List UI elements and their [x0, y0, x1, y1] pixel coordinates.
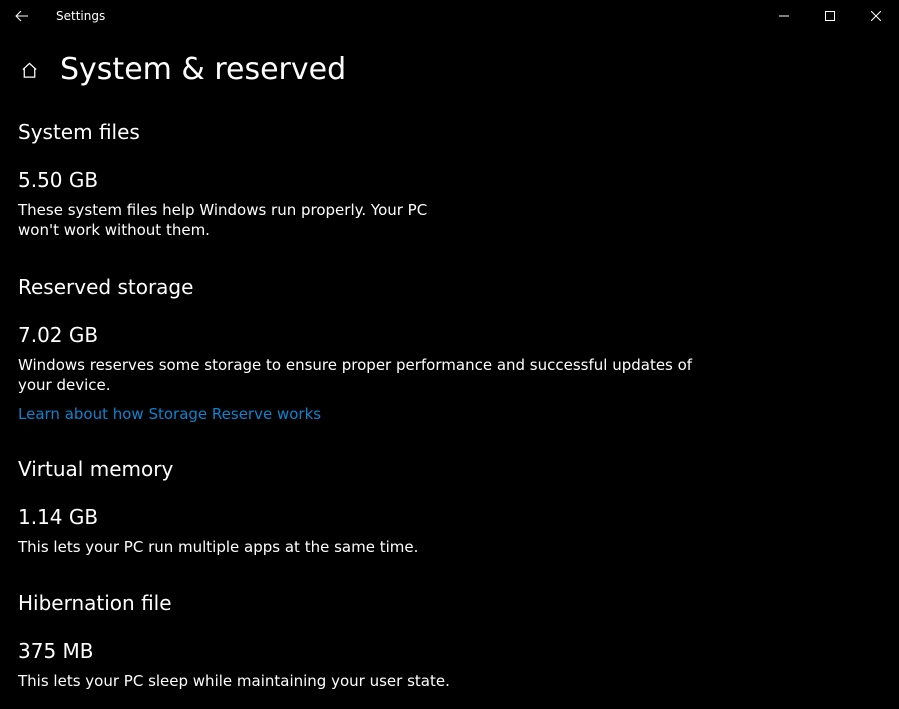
section-reserved-storage: Reserved storage 7.02 GB Windows reserve… [18, 275, 881, 424]
minimize-button[interactable] [761, 0, 807, 32]
app-title: Settings [56, 9, 105, 23]
page-header: System & reserved [18, 52, 881, 88]
hibernation-file-size: 375 MB [18, 639, 881, 663]
arrow-left-icon [14, 8, 30, 24]
minimize-icon [779, 11, 789, 21]
page-title: System & reserved [60, 52, 346, 88]
maximize-button[interactable] [807, 0, 853, 32]
reserved-storage-description: Windows reserves some storage to ensure … [18, 355, 718, 396]
virtual-memory-heading: Virtual memory [18, 457, 881, 481]
close-icon [871, 11, 881, 21]
titlebar-left: Settings [0, 6, 105, 26]
virtual-memory-size: 1.14 GB [18, 505, 881, 529]
hibernation-file-description: This lets your PC sleep while maintainin… [18, 671, 718, 691]
home-icon [20, 61, 39, 80]
system-files-description: These system files help Windows run prop… [18, 200, 438, 241]
window-controls [761, 0, 899, 32]
maximize-icon [825, 11, 835, 21]
section-virtual-memory: Virtual memory 1.14 GB This lets your PC… [18, 457, 881, 557]
back-button[interactable] [12, 6, 32, 26]
virtual-memory-description: This lets your PC run multiple apps at t… [18, 537, 718, 557]
home-button[interactable] [18, 59, 40, 81]
section-system-files: System files 5.50 GB These system files … [18, 120, 881, 241]
system-files-size: 5.50 GB [18, 168, 881, 192]
storage-reserve-link[interactable]: Learn about how Storage Reserve works [18, 405, 321, 423]
system-files-heading: System files [18, 120, 881, 144]
reserved-storage-heading: Reserved storage [18, 275, 881, 299]
titlebar: Settings [0, 0, 899, 32]
hibernation-file-heading: Hibernation file [18, 591, 881, 615]
close-button[interactable] [853, 0, 899, 32]
content-area: System & reserved System files 5.50 GB T… [0, 32, 899, 692]
reserved-storage-size: 7.02 GB [18, 323, 881, 347]
section-hibernation-file: Hibernation file 375 MB This lets your P… [18, 591, 881, 691]
